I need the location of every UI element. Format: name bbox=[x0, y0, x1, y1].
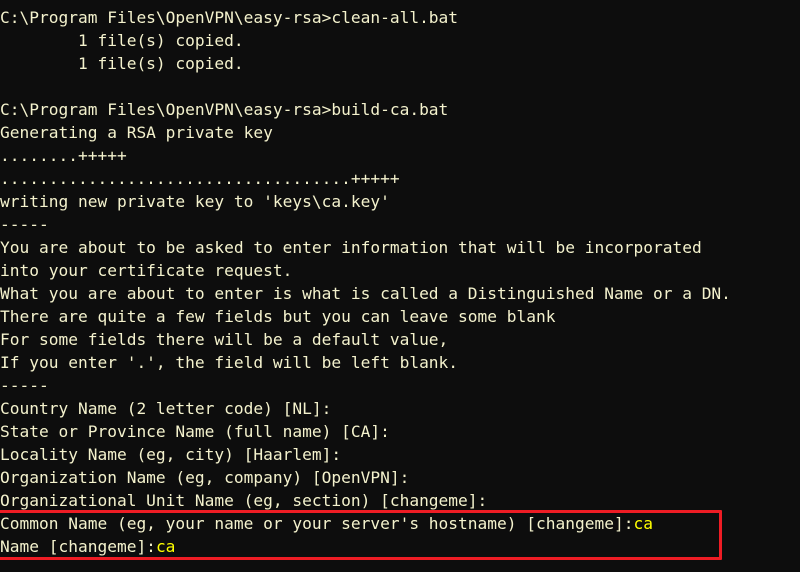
terminal-output[interactable]: C:\Program Files\OpenVPN\easy-rsa>clean-… bbox=[0, 0, 800, 558]
terminal-line-generating-rsa-key: Generating a RSA private key bbox=[0, 121, 800, 144]
terminal-line-text: Locality Name (eg, city) [Haarlem]: bbox=[0, 445, 342, 464]
terminal-line-text: There are quite a few fields but you can… bbox=[0, 307, 556, 326]
terminal-line-blank-1 bbox=[0, 75, 800, 98]
terminal-line-info-1: You are about to be asked to enter infor… bbox=[0, 236, 800, 259]
terminal-line-info-3: What you are about to enter is what is c… bbox=[0, 282, 800, 305]
terminal-line-text: ....................................++++… bbox=[0, 169, 400, 188]
terminal-line-text: Organization Name (eg, company) [OpenVPN… bbox=[0, 468, 410, 487]
terminal-line-text: For some fields there will be a default … bbox=[0, 330, 449, 349]
terminal-line-cmd-build-ca: C:\Program Files\OpenVPN\easy-rsa>build-… bbox=[0, 98, 800, 121]
terminal-line-text: You are about to be asked to enter infor… bbox=[0, 238, 702, 257]
terminal-line-copied-1: 1 file(s) copied. bbox=[0, 29, 800, 52]
terminal-line-text: Country Name (2 letter code) [NL]: bbox=[0, 399, 332, 418]
terminal-line-text: If you enter '.', the field will be left… bbox=[0, 353, 459, 372]
terminal-window: C:\Program Files\OpenVPN\easy-rsa>clean-… bbox=[0, 0, 800, 572]
terminal-line-text: Common Name (eg, your name or your serve… bbox=[0, 514, 634, 533]
terminal-line-text: 1 file(s) copied. bbox=[0, 54, 244, 73]
terminal-line-copied-2: 1 file(s) copied. bbox=[0, 52, 800, 75]
terminal-line-separator-1: ----- bbox=[0, 213, 800, 236]
terminal-line-cmd-clean-all: C:\Program Files\OpenVPN\easy-rsa>clean-… bbox=[0, 6, 800, 29]
terminal-line-text: Organizational Unit Name (eg, section) [… bbox=[0, 491, 488, 510]
terminal-line-text: State or Province Name (full name) [CA]: bbox=[0, 422, 390, 441]
terminal-line-text: C:\Program Files\OpenVPN\easy-rsa>clean-… bbox=[0, 8, 459, 27]
terminal-line-prompt-state: State or Province Name (full name) [CA]: bbox=[0, 420, 800, 443]
terminal-line-info-2: into your certificate request. bbox=[0, 259, 800, 282]
terminal-line-text: C:\Program Files\OpenVPN\easy-rsa>build-… bbox=[0, 100, 449, 119]
terminal-line-text: What you are about to enter is what is c… bbox=[0, 284, 731, 303]
terminal-line-text: ----- bbox=[0, 215, 49, 234]
terminal-line-prompt-locality: Locality Name (eg, city) [Haarlem]: bbox=[0, 443, 800, 466]
terminal-line-prompt-common-name: Common Name (eg, your name or your serve… bbox=[0, 512, 800, 535]
terminal-user-input[interactable]: ca bbox=[633, 514, 653, 533]
terminal-line-text: Name [changeme]: bbox=[0, 537, 156, 556]
terminal-line-text: writing new private key to 'keys\ca.key' bbox=[0, 192, 390, 211]
terminal-line-text: Generating a RSA private key bbox=[0, 123, 273, 142]
terminal-line-prompt-country: Country Name (2 letter code) [NL]: bbox=[0, 397, 800, 420]
terminal-line-text: ........+++++ bbox=[0, 146, 127, 165]
terminal-line-progress-dots-2: ....................................++++… bbox=[0, 167, 800, 190]
terminal-line-prompt-org-unit: Organizational Unit Name (eg, section) [… bbox=[0, 489, 800, 512]
terminal-line-text: 1 file(s) copied. bbox=[0, 31, 244, 50]
terminal-line-writing-key: writing new private key to 'keys\ca.key' bbox=[0, 190, 800, 213]
terminal-line-text: into your certificate request. bbox=[0, 261, 293, 280]
terminal-line-separator-2: ----- bbox=[0, 374, 800, 397]
terminal-user-input[interactable]: ca bbox=[156, 537, 176, 556]
terminal-line-prompt-organization: Organization Name (eg, company) [OpenVPN… bbox=[0, 466, 800, 489]
terminal-line-text bbox=[0, 77, 10, 96]
terminal-line-text: ----- bbox=[0, 376, 49, 395]
terminal-line-prompt-name: Name [changeme]:ca bbox=[0, 535, 800, 558]
terminal-line-info-6: If you enter '.', the field will be left… bbox=[0, 351, 800, 374]
terminal-line-info-4: There are quite a few fields but you can… bbox=[0, 305, 800, 328]
terminal-line-info-5: For some fields there will be a default … bbox=[0, 328, 800, 351]
terminal-line-progress-dots-1: ........+++++ bbox=[0, 144, 800, 167]
